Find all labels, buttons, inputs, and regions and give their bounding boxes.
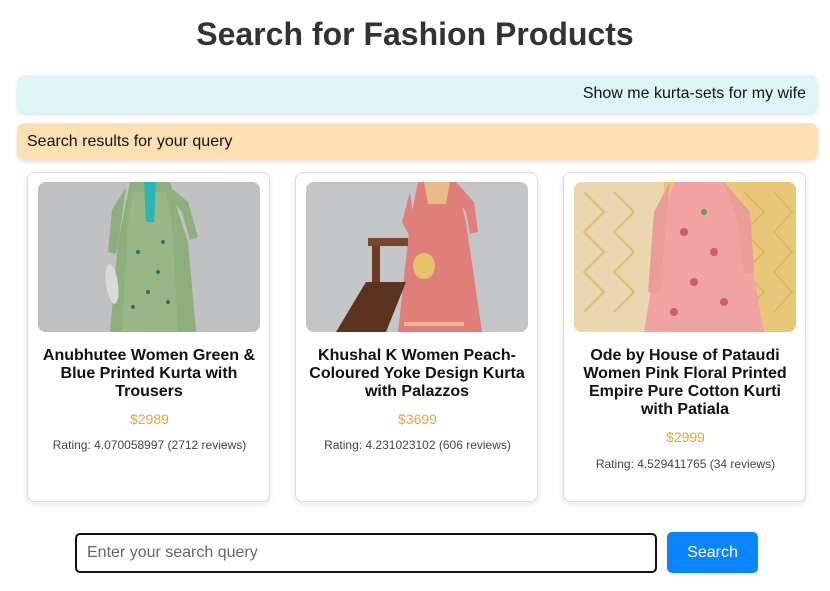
page-title: Search for Fashion Products xyxy=(196,16,634,52)
product-price: $2989 xyxy=(130,411,169,427)
product-card[interactable]: Anubhutee Women Green & Blue Printed Kur… xyxy=(27,172,270,502)
product-photo-kurta-green xyxy=(38,182,260,332)
product-rating: Rating: 4.231023102 (606 reviews) xyxy=(324,438,511,452)
results-header-message: Search results for your query xyxy=(17,123,818,160)
product-card[interactable]: Khushal K Women Peach-Coloured Yoke Desi… xyxy=(295,172,538,502)
product-photo-kurti-pink xyxy=(574,182,796,332)
product-title[interactable]: Ode by House of Pataudi Women Pink Flora… xyxy=(576,347,794,419)
product-card[interactable]: Ode by House of Pataudi Women Pink Flora… xyxy=(563,172,806,502)
product-photo-kurta-peach xyxy=(306,182,528,332)
search-input[interactable] xyxy=(75,533,657,573)
product-rating: Rating: 4.529411765 (34 reviews) xyxy=(595,457,776,471)
user-query-message: Show me kurta-sets for my wife xyxy=(17,75,818,113)
product-title[interactable]: Khushal K Women Peach-Coloured Yoke Desi… xyxy=(308,347,526,401)
product-price: $3699 xyxy=(398,411,437,427)
product-rating: Rating: 4.070058997 (2712 reviews) xyxy=(52,438,247,452)
product-title[interactable]: Anubhutee Women Green & Blue Printed Kur… xyxy=(40,347,258,401)
product-image[interactable] xyxy=(574,182,796,332)
product-image[interactable] xyxy=(38,182,260,332)
product-price: $2999 xyxy=(666,429,705,445)
search-button[interactable]: Search xyxy=(667,532,758,573)
product-image[interactable] xyxy=(306,182,528,332)
